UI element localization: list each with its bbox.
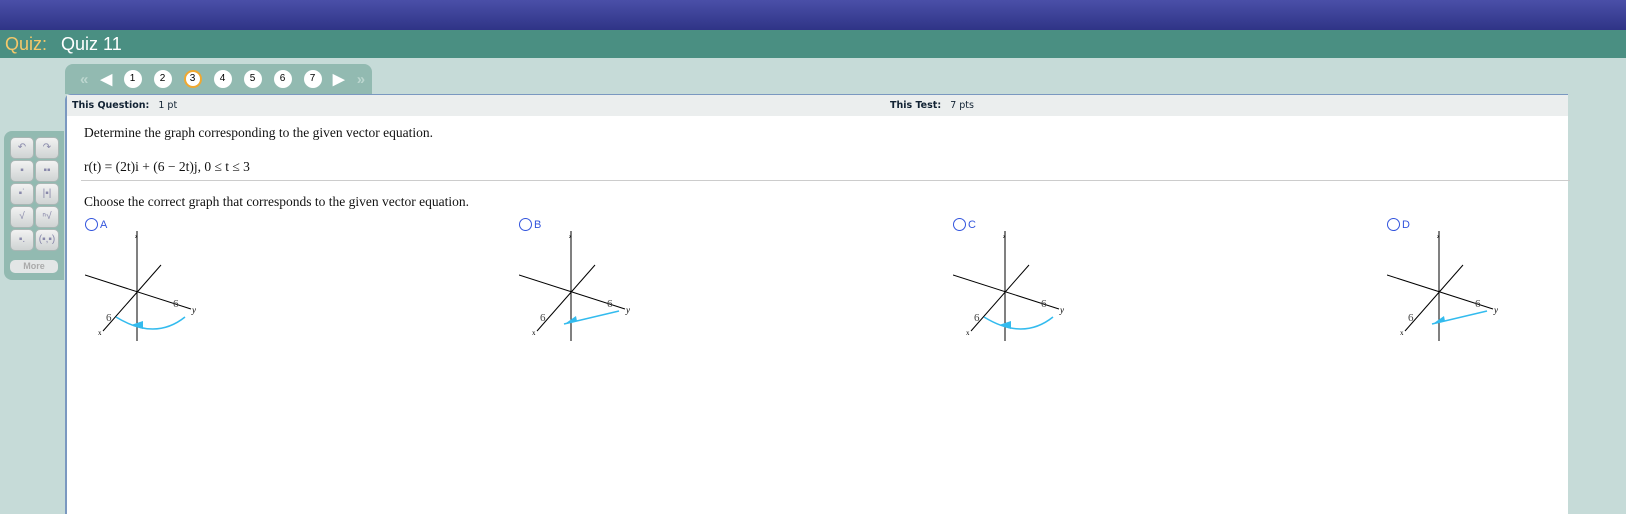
undo-icon[interactable]: ↶	[10, 137, 34, 159]
z-axis-label: z	[569, 234, 572, 240]
curve	[983, 316, 1054, 330]
divider	[81, 180, 1570, 181]
this-question-label: This Question:	[72, 100, 150, 111]
x-tick-label: 6	[106, 312, 112, 324]
this-question-points: 1 pt	[158, 100, 178, 111]
curve	[115, 316, 186, 330]
ordered-pair-icon[interactable]: (▪,▪)	[35, 229, 59, 251]
x-axis-label: x	[1400, 329, 1404, 337]
z-axis-label: z	[1437, 234, 1440, 240]
this-test-label: This Test:	[890, 100, 942, 111]
quiz-title-bar: Quiz: Quiz 11	[0, 30, 1626, 58]
option-label: B	[534, 218, 542, 231]
option-c-graph: zyx66	[952, 231, 1083, 346]
mixed-fraction-icon[interactable]: ▪▪	[35, 160, 59, 182]
option-a-radio[interactable]: A	[85, 218, 107, 231]
x-axis-label: x	[532, 329, 536, 337]
option-c-radio[interactable]: C	[953, 218, 976, 231]
question-number-5[interactable]: 5	[243, 70, 262, 88]
x-axis	[536, 264, 596, 332]
option-a-graph: zyx66	[84, 231, 215, 346]
curve	[1431, 310, 1488, 325]
vector-equation: r(t) = (2t)i + (6 − 2t)j, 0 ≤ t ≤ 3	[84, 159, 250, 174]
redo-icon[interactable]: ↷	[35, 137, 59, 159]
radio-button-icon[interactable]	[519, 218, 532, 231]
y-axis-label: y	[1059, 305, 1064, 315]
y-axis-label: y	[625, 305, 630, 315]
next-question-icon[interactable]: ▶	[328, 70, 350, 88]
question-navigation: « ◀ 1234567 ▶ »	[65, 64, 372, 94]
more-button[interactable]: More	[10, 260, 58, 273]
3d-axes-graph: zyx66	[84, 231, 196, 341]
3d-axes-graph: zyx66	[1386, 231, 1498, 341]
x-axis	[1404, 264, 1464, 332]
y-tick-label: 6	[1475, 298, 1481, 310]
y-tick-label: 6	[607, 298, 613, 310]
x-tick-label: 6	[540, 312, 546, 324]
first-question-icon[interactable]: «	[73, 71, 95, 88]
option-b-graph: zyx66	[518, 231, 649, 346]
absolute-value-icon[interactable]: |▪|	[35, 183, 59, 205]
math-toolbar: ↶ ↷ ▪ ▪▪ ▪˙ |▪| √ ⁿ√ ▪. (▪,▪) More	[4, 131, 64, 280]
z-axis-label: z	[135, 234, 138, 240]
x-axis-label: x	[966, 329, 970, 337]
question-number-7[interactable]: 7	[303, 70, 322, 88]
x-axis-label: x	[98, 329, 102, 337]
question-number-3[interactable]: 3	[183, 70, 202, 88]
x-axis	[102, 264, 162, 332]
option-d-radio[interactable]: D	[1387, 218, 1410, 231]
subscript-icon[interactable]: ▪.	[10, 229, 34, 251]
option-b-radio[interactable]: B	[519, 218, 541, 231]
radio-button-icon[interactable]	[85, 218, 98, 231]
question-number-1[interactable]: 1	[123, 70, 142, 88]
z-axis-label: z	[1003, 234, 1006, 240]
curve	[563, 310, 620, 325]
radio-button-icon[interactable]	[1387, 218, 1400, 231]
y-tick-label: 6	[1041, 298, 1047, 310]
question-number-4[interactable]: 4	[213, 70, 232, 88]
x-tick-label: 6	[1408, 312, 1414, 324]
radio-button-icon[interactable]	[953, 218, 966, 231]
y-axis-label: y	[191, 305, 196, 315]
question-header: This Question: 1 pt This Test: 7 pts	[67, 95, 1568, 116]
option-label: C	[968, 218, 976, 231]
quiz-label: Quiz:	[5, 34, 48, 54]
x-tick-label: 6	[974, 312, 980, 324]
fraction-icon[interactable]: ▪	[10, 160, 34, 182]
3d-axes-graph: zyx66	[518, 231, 630, 341]
option-d-graph: zyx66	[1386, 231, 1517, 346]
quiz-title: Quiz 11	[61, 34, 122, 54]
x-axis	[970, 264, 1030, 332]
y-axis-label: y	[1493, 305, 1498, 315]
question-prompt: Determine the graph corresponding to the…	[84, 125, 434, 140]
previous-question-icon[interactable]: ◀	[95, 70, 117, 88]
exponent-icon[interactable]: ▪˙	[10, 183, 34, 205]
nth-root-icon[interactable]: ⁿ√	[35, 206, 59, 228]
question-number-2[interactable]: 2	[153, 70, 172, 88]
option-label: A	[100, 218, 108, 231]
top-banner	[0, 0, 1626, 30]
square-root-icon[interactable]: √	[10, 206, 34, 228]
option-label: D	[1402, 218, 1410, 231]
3d-axes-graph: zyx66	[952, 231, 1064, 341]
this-test-points: 7 pts	[950, 100, 974, 111]
y-tick-label: 6	[173, 298, 179, 310]
last-question-icon[interactable]: »	[350, 71, 372, 88]
question-panel: This Question: 1 pt This Test: 7 pts Det…	[65, 94, 1570, 514]
instruction: Choose the correct graph that correspond…	[84, 194, 470, 209]
question-number-6[interactable]: 6	[273, 70, 292, 88]
